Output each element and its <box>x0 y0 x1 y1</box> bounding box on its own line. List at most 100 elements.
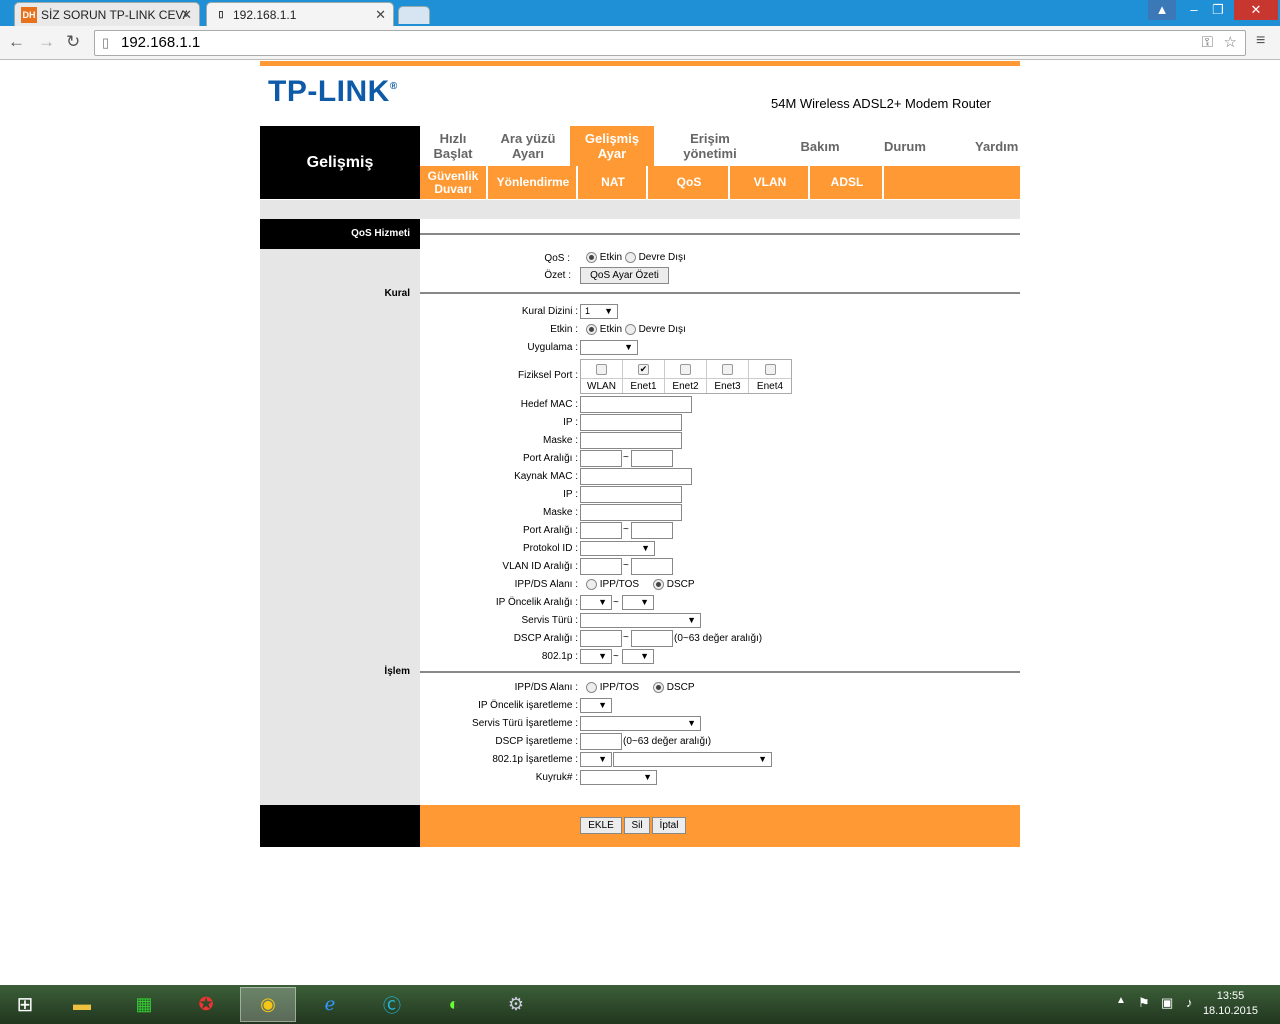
gray-spacer-bar <box>260 200 1020 219</box>
flag-icon[interactable]: ⚑ <box>1138 995 1150 1011</box>
subtab-vlan[interactable]: VLAN <box>732 166 810 199</box>
port-cell: Enet2 <box>665 360 707 393</box>
subtab-qos[interactable]: QoS <box>650 166 730 199</box>
qos-service-header: QoS Hizmeti <box>260 219 420 249</box>
src-mac-input[interactable] <box>580 468 692 485</box>
port-enet4-checkbox[interactable] <box>764 364 776 375</box>
dscp-radio[interactable] <box>652 579 664 590</box>
protocol-id-select[interactable]: ▼ <box>580 541 655 556</box>
p8021-end-select[interactable]: ▼ <box>622 649 654 664</box>
page-favicon-icon: ▯ <box>218 9 224 19</box>
dest-port-end-input[interactable] <box>631 450 673 467</box>
port-enet1-checkbox[interactable]: ✔ <box>638 364 649 375</box>
ip-prec-mark-select[interactable]: ▼ <box>580 698 612 713</box>
subtab-firewall[interactable]: Güvenlik Duvarı <box>420 166 488 199</box>
rule-enable-radio[interactable] <box>586 324 597 335</box>
dscp-start-input[interactable] <box>580 630 622 647</box>
file-explorer-icon[interactable]: ▬ <box>54 987 110 1022</box>
game-app-icon[interactable]: ✪ <box>178 987 234 1022</box>
volume-icon[interactable]: ♪ <box>1186 995 1193 1010</box>
application-select[interactable]: ▼ <box>580 340 638 355</box>
rule-disable-radio[interactable] <box>624 324 636 335</box>
p8021-mark-select[interactable]: ▼ <box>580 752 612 767</box>
service-type-select[interactable]: ▼ <box>580 613 701 628</box>
p8021-start-select[interactable]: ▼ <box>580 649 612 664</box>
dscp-end-input[interactable] <box>631 630 673 647</box>
p8021-mark-wide-select[interactable]: ▼ <box>613 752 772 767</box>
tab-interface-setup[interactable]: Ara yüzü Ayarı <box>486 126 570 166</box>
steam-icon[interactable]: ⚙ <box>488 987 544 1022</box>
tab-advanced-setup[interactable]: Gelişmiş Ayar <box>570 126 654 166</box>
vlan-start-input[interactable] <box>580 558 622 575</box>
browser-tab-active[interactable]: ▯ 192.168.1.1 ✕ <box>206 2 394 26</box>
port-enet2-checkbox[interactable] <box>680 364 691 375</box>
qos-disable-radio[interactable] <box>624 252 636 263</box>
service-mark-select[interactable]: ▼ <box>580 716 701 731</box>
src-mask-label: Maske : <box>542 507 578 518</box>
forward-icon[interactable]: → <box>38 32 55 52</box>
ip-prec-start-select[interactable]: ▼ <box>580 595 612 610</box>
port-enet3-checkbox[interactable] <box>722 364 733 375</box>
action-ipp-tos-radio[interactable] <box>586 682 597 693</box>
rule-index-select[interactable]: 1 ▼ <box>580 304 618 319</box>
src-mask-input[interactable] <box>580 504 682 521</box>
dest-ip-input[interactable] <box>580 414 682 431</box>
internet-explorer-icon[interactable]: ℯ <box>302 987 358 1022</box>
close-tab-icon[interactable]: ✕ <box>181 7 192 23</box>
close-window-icon[interactable]: ✕ <box>1234 0 1278 20</box>
key-icon[interactable]: ⚿ <box>1202 31 1213 55</box>
application-label: Uygulama : <box>527 342 578 353</box>
restore-icon[interactable]: ❐ <box>1204 0 1232 20</box>
delete-button[interactable]: Sil <box>624 817 650 834</box>
vlan-end-input[interactable] <box>631 558 673 575</box>
chrome-icon[interactable]: ◉ <box>240 987 296 1022</box>
src-port-end-input[interactable] <box>631 522 673 539</box>
speed-app-icon[interactable]: ◐ <box>426 987 482 1022</box>
star-icon[interactable]: ☆ <box>1224 31 1237 55</box>
subtab-routing[interactable]: Yönlendirme <box>490 166 578 199</box>
port-label: Enet4 <box>756 381 784 392</box>
qos-summary-button[interactable]: QoS Ayar Özeti <box>580 267 669 284</box>
qos-enable-radio[interactable] <box>586 252 597 263</box>
tab-status[interactable]: Durum <box>866 126 944 166</box>
src-port-start-input[interactable] <box>580 522 622 539</box>
reload-icon[interactable]: ↻ <box>66 32 80 52</box>
tray-expand-icon[interactable]: ▲ <box>1116 995 1126 1006</box>
url-text: 192.168.1.1 <box>121 34 201 51</box>
windows-start-icon[interactable]: ⊞ <box>0 987 50 1022</box>
subtab-nat[interactable]: NAT <box>580 166 648 199</box>
ipp-tos-radio[interactable] <box>586 579 597 590</box>
queue-select[interactable]: ▼ <box>580 770 657 785</box>
profile-icon[interactable]: ▲ <box>1148 0 1176 20</box>
network-icon[interactable]: ▣ <box>1161 995 1173 1011</box>
src-ip-input[interactable] <box>580 486 682 503</box>
port-wlan-checkbox[interactable] <box>596 364 607 375</box>
divider <box>420 292 1020 294</box>
clock[interactable]: 13:55 18.10.2015 <box>1203 989 1258 1019</box>
dest-mask-input[interactable] <box>580 432 682 449</box>
subtab-adsl[interactable]: ADSL <box>812 166 884 199</box>
store-icon[interactable]: ▦ <box>116 987 172 1022</box>
dest-mac-input[interactable] <box>580 396 692 413</box>
ip-prec-end-select[interactable]: ▼ <box>622 595 654 610</box>
address-bar[interactable]: ▯ 192.168.1.1 ⚿ ☆ <box>94 30 1246 56</box>
radio-label: IPP/TOS <box>599 579 640 591</box>
cancel-button[interactable]: İptal <box>652 817 686 834</box>
tab-quick-start[interactable]: Hızlı Başlat <box>420 126 486 166</box>
ccleaner-icon[interactable]: Ⓒ <box>364 987 420 1022</box>
menu-icon[interactable]: ≡ <box>1256 32 1265 50</box>
browser-tab-inactive[interactable]: DH SİZ SORUN TP-LINK CEVA ✕ <box>14 2 200 26</box>
tab-access-management[interactable]: Erişim yönetimi <box>654 126 766 166</box>
close-tab-icon[interactable]: ✕ <box>375 7 386 23</box>
tab-help[interactable]: Yardım <box>960 126 1034 166</box>
dscp-mark-input[interactable] <box>580 733 622 750</box>
radio-label: DSCP <box>666 579 695 591</box>
new-tab-button[interactable] <box>398 6 430 24</box>
add-button[interactable]: EKLE <box>580 817 622 834</box>
dest-port-start-input[interactable] <box>580 450 622 467</box>
tab-maintenance[interactable]: Bakım <box>776 126 864 166</box>
physical-port-label: Fiziksel Port : <box>517 370 578 381</box>
divider <box>420 671 1020 673</box>
back-icon[interactable]: ← <box>8 32 25 52</box>
action-dscp-radio[interactable] <box>652 682 664 693</box>
